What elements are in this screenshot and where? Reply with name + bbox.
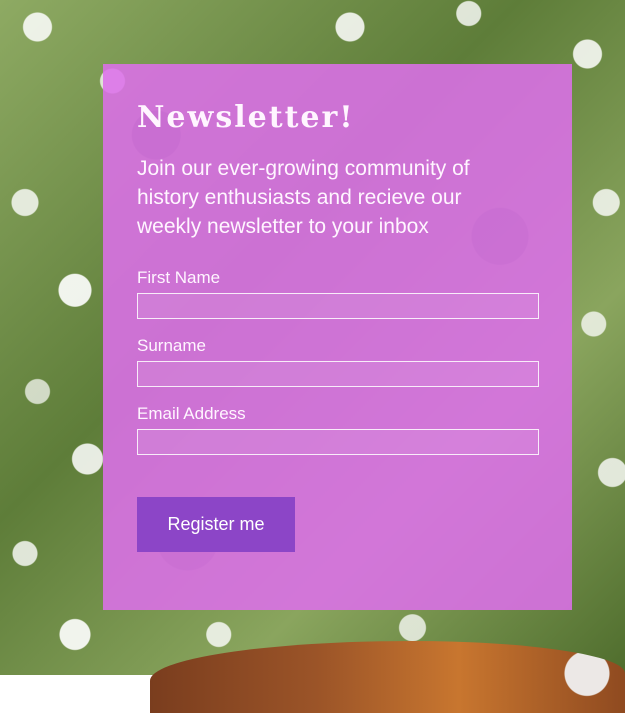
first-name-label: First Name (137, 268, 221, 287)
email-address-label: Email Address (137, 404, 246, 423)
email-address-field: Email Address (137, 403, 539, 455)
register-button[interactable]: Register me (137, 497, 295, 552)
surname-input[interactable] (137, 361, 539, 387)
surname-label: Surname (137, 336, 206, 355)
newsletter-title: Newsletter! (137, 100, 355, 135)
newsletter-intro-text: Join our ever-growing community of histo… (137, 157, 470, 238)
email-address-input[interactable] (137, 429, 539, 455)
first-name-input[interactable] (137, 293, 539, 319)
surname-field: Surname (137, 335, 539, 387)
first-name-field: First Name (137, 267, 539, 319)
newsletter-card: Newsletter! Join our ever-growing commun… (103, 64, 572, 610)
